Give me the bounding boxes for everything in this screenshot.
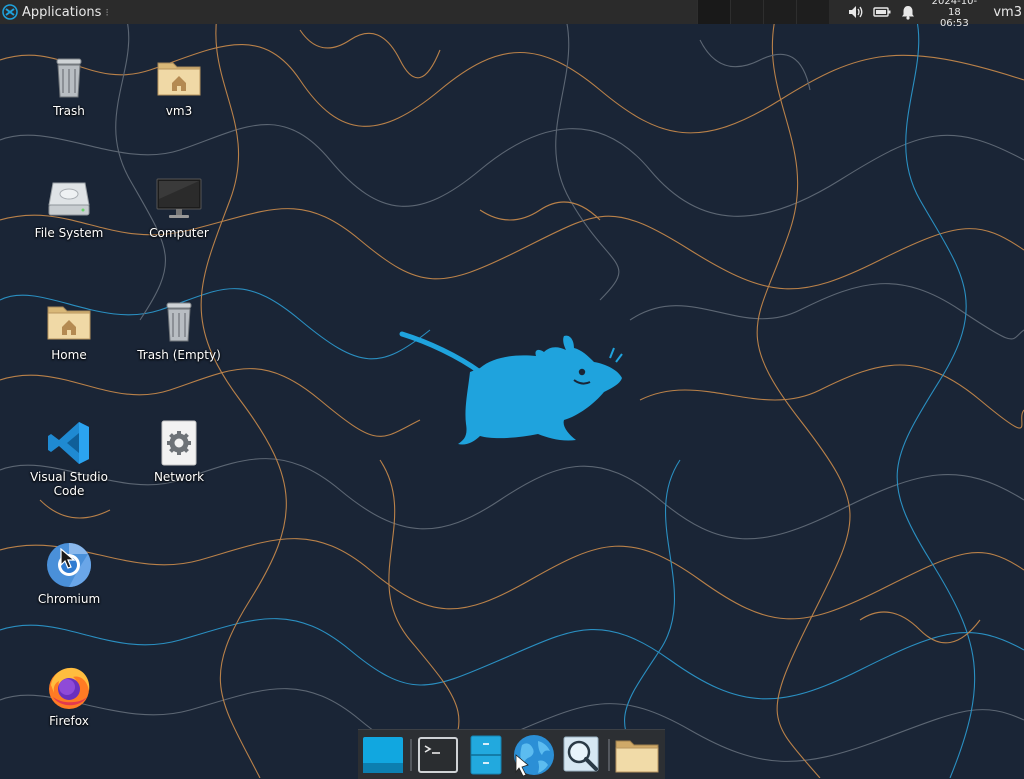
dock-web-browser[interactable] bbox=[510, 733, 558, 777]
top-panel: Applications ⁝ 2024-10-18 06:53 vm3 bbox=[0, 0, 1024, 29]
clock-time: 06:53 bbox=[939, 17, 969, 29]
desktop-icon-label: Network bbox=[153, 470, 205, 484]
home-folder-icon bbox=[45, 297, 93, 345]
dock-file-manager[interactable] bbox=[462, 733, 510, 777]
desktop-icon-label: Computer bbox=[149, 226, 209, 240]
workspace-switcher[interactable] bbox=[697, 0, 829, 24]
desktop-icon-label: Home bbox=[51, 348, 87, 362]
volume-icon[interactable] bbox=[843, 0, 869, 24]
desktop-icon-trash-empty[interactable]: Trash (Empty) bbox=[129, 297, 229, 362]
desktop-icon-firefox[interactable]: Firefox bbox=[19, 663, 119, 728]
desktop-icon-vm3[interactable]: vm3 bbox=[129, 53, 229, 118]
applications-label: Applications bbox=[22, 4, 102, 20]
system-tray: 2024-10-18 06:53 vm3 bbox=[843, 0, 1024, 29]
drive-icon bbox=[45, 175, 93, 223]
dock-app-finder[interactable] bbox=[558, 733, 606, 777]
dock-home-folder[interactable] bbox=[612, 733, 662, 777]
desktop-icon-file-system[interactable]: File System bbox=[19, 175, 119, 240]
desktop-icon-label: vm3 bbox=[165, 104, 193, 118]
workspace-4[interactable] bbox=[796, 0, 829, 24]
dock-terminal[interactable] bbox=[414, 733, 462, 777]
workspace-1[interactable] bbox=[697, 0, 730, 24]
desktop-icon-home[interactable]: Home bbox=[19, 297, 119, 362]
desktop-icon-label: Visual Studio Code bbox=[30, 470, 108, 498]
gear-icon bbox=[155, 419, 203, 467]
terminal-icon bbox=[418, 736, 458, 773]
panel-separator: ⁝ bbox=[105, 5, 109, 19]
folder-icon bbox=[615, 740, 659, 772]
globe-icon bbox=[514, 734, 554, 776]
notification-bell-icon[interactable] bbox=[895, 0, 921, 24]
mouse-pointer-icon bbox=[60, 548, 76, 569]
xfce-logo-icon bbox=[2, 4, 18, 20]
desktop-icon-label: Chromium bbox=[37, 592, 101, 606]
magnifier-icon bbox=[563, 736, 599, 771]
dock-separator bbox=[410, 738, 412, 771]
dock-show-desktop[interactable] bbox=[358, 733, 408, 777]
home-folder-icon bbox=[155, 53, 203, 101]
monitor-icon bbox=[155, 175, 203, 223]
dock-separator bbox=[608, 738, 610, 771]
desktop-icon bbox=[363, 736, 403, 773]
clock[interactable]: 2024-10-18 06:53 bbox=[925, 0, 983, 29]
clock-date: 2024-10-18 bbox=[931, 0, 978, 18]
user-menu[interactable]: vm3 bbox=[987, 5, 1024, 20]
desktop-icon-label: Firefox bbox=[49, 714, 89, 728]
desktop-icon-vscode[interactable]: Visual Studio Code bbox=[19, 419, 119, 498]
desktop-icon-computer[interactable]: Computer bbox=[129, 175, 229, 240]
file-cabinet-icon bbox=[470, 735, 502, 774]
xfce-mouse-logo bbox=[399, 331, 623, 445]
battery-icon[interactable] bbox=[869, 0, 895, 24]
trash-icon bbox=[155, 297, 203, 345]
desktop-icon-network[interactable]: Network bbox=[129, 419, 229, 484]
desktop-icon-label: Trash (Empty) bbox=[137, 348, 221, 362]
desktop-icon-trash[interactable]: Trash bbox=[19, 53, 119, 118]
workspace-3[interactable] bbox=[763, 0, 796, 24]
vscode-icon bbox=[45, 419, 93, 467]
applications-menu-button[interactable]: Applications ⁝ bbox=[0, 0, 113, 24]
workspace-2[interactable] bbox=[730, 0, 763, 24]
trash-icon bbox=[45, 53, 93, 101]
desktop-icon-label: Trash bbox=[53, 104, 85, 118]
dock-panel bbox=[358, 729, 665, 779]
desktop-icon-label: File System bbox=[34, 226, 104, 240]
firefox-icon bbox=[45, 663, 93, 711]
